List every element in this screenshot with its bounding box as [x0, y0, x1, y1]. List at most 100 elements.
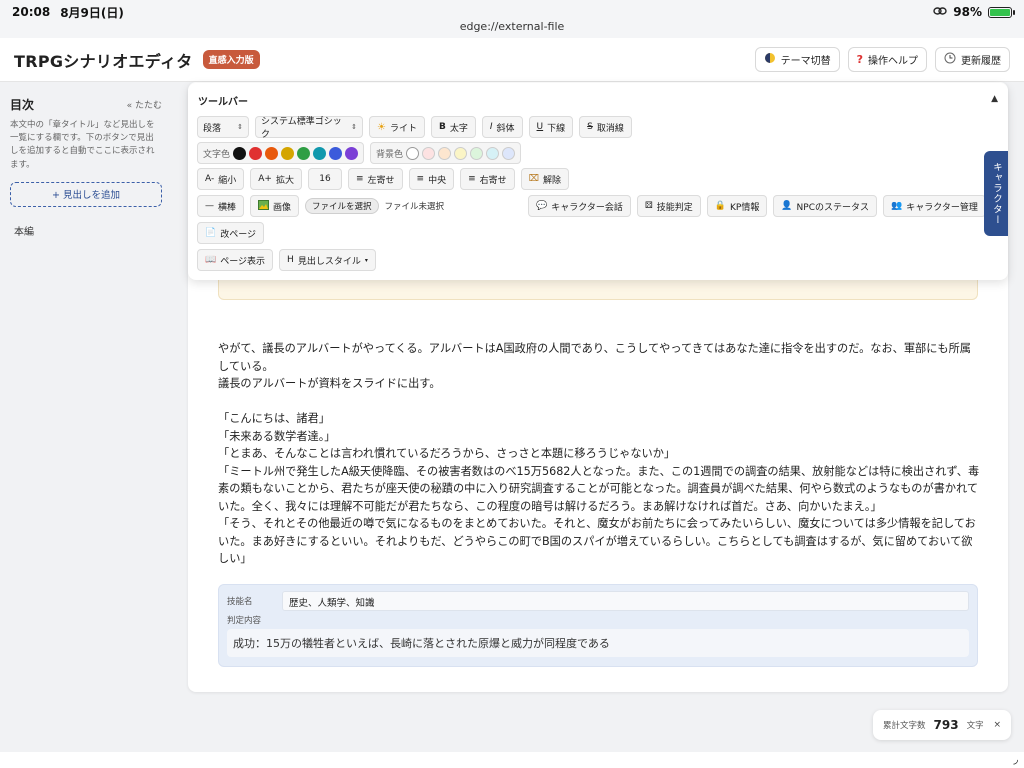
heading-style-button[interactable]: H 見出しスタイル ▾	[279, 249, 376, 271]
align-left-label: 左寄せ	[367, 175, 395, 186]
close-icon[interactable]: ×	[993, 720, 1001, 730]
paragraph-select[interactable]: 段落 ⇕	[197, 116, 249, 138]
sun-icon: ☀	[377, 121, 386, 133]
bg-color-group: 背景色	[370, 142, 522, 164]
bg-color-swatch[interactable]	[502, 146, 516, 160]
underline-button[interactable]: U 下線	[528, 116, 574, 138]
horizontal-rule-button[interactable]: — 横棒	[197, 195, 245, 217]
paragraph: 「未来ある数学者達。」	[218, 429, 336, 443]
history-button[interactable]: 更新履歴	[935, 47, 1010, 72]
text-color-swatch[interactable]	[281, 146, 295, 160]
bg-color-swatch[interactable]	[422, 146, 436, 160]
help-button[interactable]: ? 操作ヘルプ	[847, 47, 927, 72]
align-right-label: 右寄せ	[479, 175, 507, 186]
text-color-swatch[interactable]	[265, 146, 279, 160]
resize-handle-icon[interactable]: ◞	[1013, 752, 1018, 766]
font-size-field[interactable]: 16	[307, 168, 342, 190]
bg-color-swatch[interactable]	[438, 146, 452, 160]
paragraph: 「ミートル州で発生したA級天使降臨、その被害者数はのべ15万5682人となった。…	[218, 464, 980, 513]
strikethrough-label: 取消線	[596, 123, 624, 134]
battery-icon	[988, 6, 1015, 18]
text-color-swatch[interactable]	[297, 146, 311, 160]
text-color-label: 文字色	[203, 149, 231, 160]
clear-format-button[interactable]: ⌧ 解除	[520, 168, 570, 190]
character-talk-button[interactable]: 💬 キャラクター会話	[528, 195, 631, 217]
theme-toggle-label: テーマ切替	[780, 56, 831, 67]
toolbar-collapse-icon[interactable]: ▲	[991, 94, 998, 104]
theme-toggle-button[interactable]: テーマ切替	[754, 47, 840, 72]
skill-check-button[interactable]: ⚄ 技能判定	[636, 195, 701, 217]
text-color-swatch[interactable]	[313, 146, 327, 160]
text-color-group: 文字色	[197, 142, 365, 164]
chevron-down-icon: ⇕	[351, 123, 357, 131]
underline-label: 下線	[547, 123, 566, 134]
status-date: 8月9日(日)	[60, 5, 124, 20]
npc-status-button[interactable]: 👤 NPCのステータス	[773, 195, 877, 217]
skill-check-block[interactable]: 技能名 歴史、人類学、知識 判定内容 成功：15万の犠牲者といえば、長崎に落とさ…	[218, 584, 978, 667]
toolbar-title: ツールバー	[198, 97, 248, 108]
enlarge-font-button[interactable]: A+ 拡大	[250, 168, 302, 190]
bg-color-swatch[interactable]	[406, 146, 420, 160]
character-manage-label: キャラクター管理	[906, 202, 978, 213]
align-center-button[interactable]: ≡ 中央	[408, 168, 455, 190]
url-bar[interactable]: edge://external-file	[0, 20, 1024, 38]
skill-name-field[interactable]: 歴史、人類学、知識	[282, 591, 969, 611]
font-select[interactable]: システム標準ゴシック ⇕	[255, 116, 363, 140]
bg-color-swatch[interactable]	[486, 146, 500, 160]
app-title: TRPGシナリオエディタ	[14, 51, 193, 71]
shrink-label: 縮小	[218, 175, 237, 186]
page-break-label: 改ページ	[220, 229, 257, 240]
bold-button[interactable]: B 太字	[430, 116, 476, 138]
toc-item[interactable]: 本編	[10, 223, 162, 238]
image-label: 画像	[273, 202, 292, 213]
clear-format-label: 解除	[543, 175, 562, 186]
text-color-swatch[interactable]	[329, 146, 343, 160]
bg-color-swatch[interactable]	[470, 146, 484, 160]
character-manage-button[interactable]: 👥 キャラクター管理	[883, 195, 986, 217]
bold-icon: B	[438, 122, 446, 132]
toc-title: 目次	[10, 98, 35, 112]
body-text[interactable]: やがて、議長のアルバートがやってくる。アルバートはA国政府の人間であり、こうして…	[218, 340, 982, 568]
character-side-tab[interactable]: キャラクター	[984, 151, 1008, 236]
clock-icon	[944, 52, 956, 67]
image-button[interactable]: 画像	[250, 195, 300, 217]
bg-color-swatch[interactable]	[454, 146, 468, 160]
light-label: ライト	[389, 123, 417, 134]
kp-info-button[interactable]: 🔒 KP情報	[706, 195, 768, 217]
light-button[interactable]: ☀ ライト	[369, 116, 425, 138]
strikethrough-button[interactable]: S 取消線	[579, 116, 632, 138]
page-icon: 📄	[205, 228, 217, 238]
align-right-button[interactable]: ≡ 右寄せ	[460, 168, 515, 190]
file-select-button[interactable]: ファイルを選択	[305, 198, 379, 214]
page-view-button[interactable]: 📖 ページ表示	[197, 249, 274, 271]
page-break-button[interactable]: 📄 改ページ	[197, 222, 265, 244]
book-icon: 📖	[205, 255, 217, 265]
chevron-down-icon: ⇕	[237, 123, 243, 131]
toc-collapse-button[interactable]: « たたむ	[127, 98, 162, 111]
add-heading-button[interactable]: + 見出しを追加	[10, 181, 162, 207]
word-count-widget: 累計文字数 793 文字 ×	[873, 710, 1011, 740]
page-view-label: ページ表示	[220, 256, 266, 267]
judge-content-field[interactable]: 成功：15万の犠牲者といえば、長崎に落とされた原爆と威力が同程度である	[227, 629, 969, 657]
word-count-unit: 文字	[966, 721, 984, 731]
shrink-font-button[interactable]: A- 縮小	[197, 168, 245, 190]
text-color-swatch[interactable]	[233, 146, 247, 160]
npc-status-label: NPCのステータス	[796, 202, 869, 213]
align-center-label: 中央	[428, 175, 447, 186]
paragraph: 議長のアルバートが資料をスライドに出す。	[218, 377, 441, 390]
text-color-swatch[interactable]	[345, 146, 359, 160]
history-label: 更新履歴	[961, 56, 1001, 67]
bottom-bar	[0, 752, 1024, 768]
people-icon: 👥	[891, 201, 903, 211]
kp-info-label: KP情報	[729, 202, 760, 213]
text-color-swatch[interactable]	[249, 146, 263, 160]
paragraph: やがて、議長のアルバートがやってくる。アルバートはA国政府の人間であり、こうして…	[218, 342, 971, 373]
theme-icon	[764, 52, 776, 67]
battery-percent: 98%	[953, 5, 982, 19]
toolbar-panel: ツールバー ▲ 段落 ⇕ システム標準ゴシック ⇕ ☀ ライト B 太字 I 斜体 U 下線…	[188, 83, 1008, 280]
align-right-icon: ≡	[468, 174, 476, 184]
align-left-button[interactable]: ≡ 左寄せ	[347, 168, 403, 190]
enlarge-label: 拡大	[275, 175, 294, 186]
italic-button[interactable]: I 斜体	[481, 116, 523, 138]
